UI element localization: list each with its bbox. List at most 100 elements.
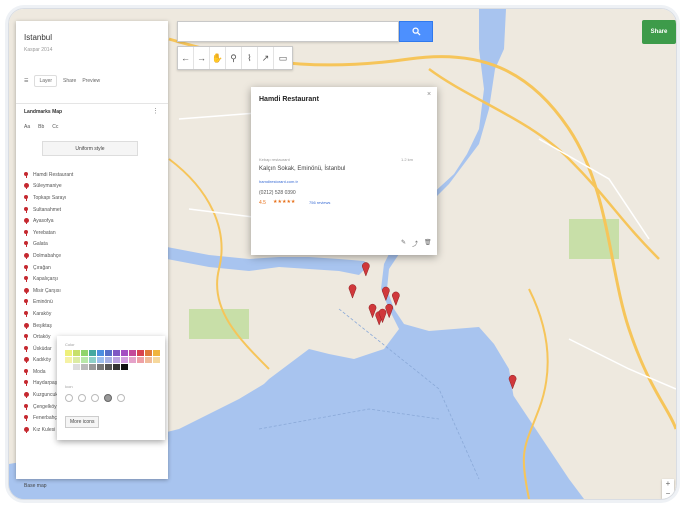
place-label: Beşiktaş	[33, 322, 52, 329]
base-map-label[interactable]: Base map	[24, 483, 47, 489]
icon-option[interactable]	[65, 394, 73, 402]
line-icon[interactable]: ⌇	[242, 47, 258, 69]
color-swatch[interactable]	[113, 357, 120, 363]
place-label: Kız Kulesi	[33, 426, 56, 433]
edit-icon[interactable]: ✎	[401, 239, 406, 248]
icon-option[interactable]	[91, 394, 99, 402]
add-layer-icon[interactable]: ☰	[24, 78, 28, 84]
more-icons-button[interactable]: More icons	[65, 416, 100, 428]
color-swatch[interactable]	[153, 357, 160, 363]
redo-icon[interactable]: →	[194, 47, 210, 69]
place-list-item[interactable]: Ayasofya	[24, 215, 164, 227]
place-label: Üsküdar	[33, 345, 52, 352]
close-icon[interactable]: ×	[427, 91, 431, 98]
panel-actions: ☰ Layer Share Preview	[24, 75, 100, 87]
zoom-out-button[interactable]: −	[662, 489, 674, 499]
map-pin-icon	[24, 310, 28, 317]
color-swatch[interactable]	[113, 350, 120, 356]
undo-icon[interactable]: ←	[178, 47, 194, 69]
color-swatch[interactable]	[105, 357, 112, 363]
color-swatch[interactable]	[73, 357, 80, 363]
hand-icon[interactable]: ✋	[210, 47, 226, 69]
layer-title[interactable]: Landmarks Map	[24, 109, 62, 115]
place-label: Karaköy	[33, 310, 52, 317]
place-list-item[interactable]: Beşiktaş	[24, 320, 164, 332]
add-layer-button[interactable]: Layer	[34, 75, 57, 87]
color-swatch[interactable]	[129, 357, 136, 363]
share-link[interactable]: Share	[63, 78, 76, 84]
reviews-link[interactable]: 756 reviews	[309, 200, 330, 205]
color-swatch[interactable]	[145, 350, 152, 356]
color-swatch[interactable]	[81, 357, 88, 363]
marker-icon[interactable]: ⚲	[226, 47, 242, 69]
place-list-item[interactable]: Süleymaniye	[24, 181, 164, 193]
icon-label: Icon	[65, 384, 73, 389]
ruler-icon[interactable]: ▭	[274, 47, 292, 69]
color-label: Color	[65, 342, 75, 347]
route-icon[interactable]: ↗	[258, 47, 274, 69]
icon-option[interactable]	[78, 394, 86, 402]
color-swatch[interactable]	[73, 364, 80, 370]
search-button[interactable]	[399, 21, 433, 42]
place-website-link[interactable]: hamdirestorant.com.tr	[259, 179, 298, 184]
map-pin-icon	[24, 194, 28, 201]
color-swatch[interactable]	[153, 350, 160, 356]
color-swatch[interactable]	[81, 350, 88, 356]
color-swatch[interactable]	[145, 357, 152, 363]
color-swatch[interactable]	[121, 357, 128, 363]
icon-option[interactable]	[117, 394, 125, 402]
color-swatch[interactable]	[65, 364, 72, 370]
color-swatch[interactable]	[97, 357, 104, 363]
color-swatch[interactable]	[65, 350, 72, 356]
place-list-item[interactable]: Eminönü	[24, 297, 164, 309]
color-swatch[interactable]	[137, 357, 144, 363]
color-swatch[interactable]	[121, 350, 128, 356]
color-swatch[interactable]	[129, 350, 136, 356]
zoom-in-button[interactable]: +	[662, 479, 674, 489]
color-swatch[interactable]	[105, 350, 112, 356]
color-swatch[interactable]	[89, 350, 96, 356]
place-list-item[interactable]: Galata	[24, 239, 164, 251]
place-list-item[interactable]: Yerebatan	[24, 227, 164, 239]
color-swatch[interactable]	[97, 350, 104, 356]
map-pin-icon	[24, 357, 29, 364]
place-list-item[interactable]: Karaköy	[24, 308, 164, 320]
place-list-item[interactable]: Hamdi Restaurant	[24, 169, 164, 181]
color-swatch[interactable]	[105, 364, 112, 370]
layer-tab[interactable]: Aa	[24, 124, 30, 130]
color-swatch[interactable]	[81, 364, 88, 370]
icon-options	[65, 394, 125, 402]
icon-option-selected[interactable]	[104, 394, 112, 402]
place-list-item[interactable]: Misir Çarşısı	[24, 285, 164, 297]
share-button[interactable]: Share	[642, 20, 676, 44]
color-swatch[interactable]	[121, 364, 128, 370]
style-popup: Color Icon More icons	[57, 336, 165, 440]
color-swatch[interactable]	[113, 364, 120, 370]
style-icon[interactable]: ⤴	[412, 239, 418, 248]
layer-menu-icon[interactable]: ⋮	[152, 107, 159, 115]
color-swatch[interactable]	[97, 364, 104, 370]
preview-link[interactable]: Preview	[82, 78, 100, 84]
style-button[interactable]: Uniform style	[42, 141, 138, 156]
layer-tab[interactable]: Cc	[52, 124, 58, 130]
map-pin-icon	[24, 392, 29, 399]
color-swatch[interactable]	[137, 350, 144, 356]
color-swatch[interactable]	[89, 364, 96, 370]
map-subtitle[interactable]: Kaspar 2014	[24, 47, 52, 53]
color-swatch[interactable]	[65, 357, 72, 363]
place-list-item[interactable]: Çırağan	[24, 262, 164, 274]
place-list-item[interactable]: Kapalıçarşı	[24, 273, 164, 285]
place-list-item[interactable]: Sultanahmet	[24, 204, 164, 216]
map-title[interactable]: Istanbul	[24, 33, 52, 42]
color-swatch[interactable]	[73, 350, 80, 356]
layer-tab[interactable]: Bb	[38, 124, 44, 130]
place-list-item[interactable]: Topkapı Sarayı	[24, 192, 164, 204]
place-label: Ayasofya	[33, 218, 54, 225]
place-list-item[interactable]: Dolmabahçe	[24, 250, 164, 262]
map-frame: ← → ✋ ⚲ ⌇ ↗ ▭ Share Istanbul Kaspar 2014…	[8, 8, 677, 500]
map-pin-icon	[24, 264, 28, 271]
search-input[interactable]	[177, 21, 399, 42]
place-label: Fenerbahçe	[33, 415, 60, 422]
delete-icon[interactable]: 🗑	[424, 239, 432, 248]
color-swatch[interactable]	[89, 357, 96, 363]
